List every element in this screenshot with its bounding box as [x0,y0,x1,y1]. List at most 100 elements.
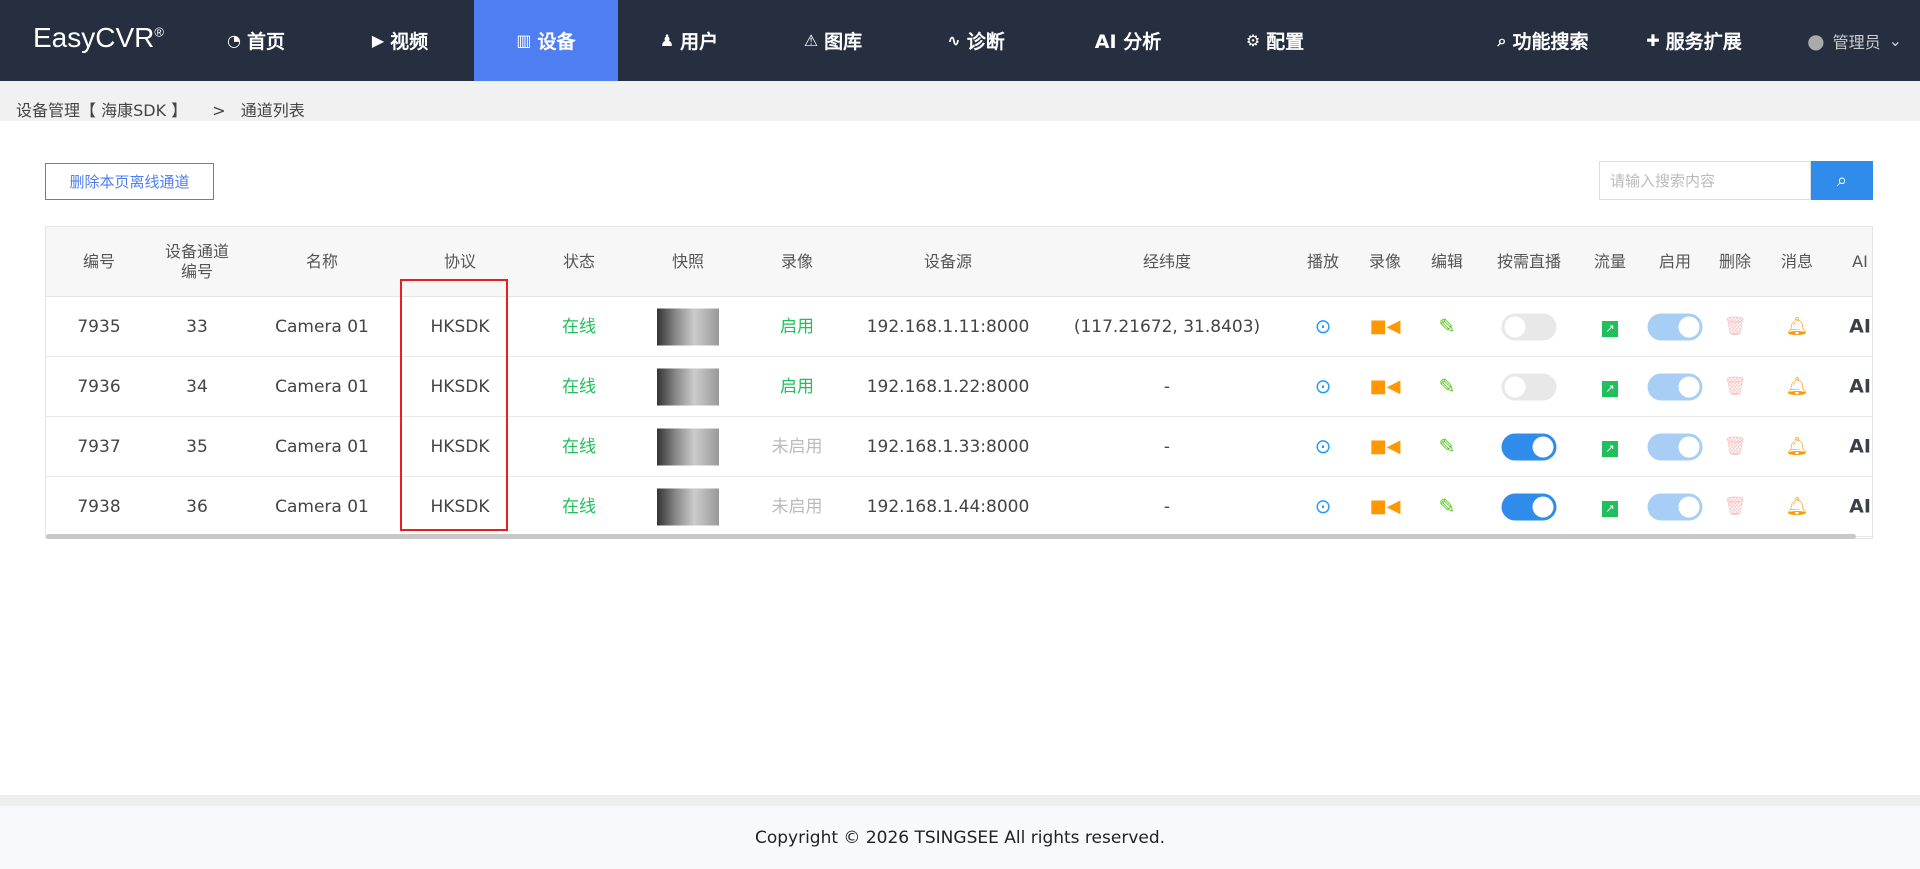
play-icon[interactable]: ⊙ [1315,494,1332,518]
snapshot-thumbnail[interactable] [657,308,719,345]
nav-device[interactable]: ▥ 设备 [474,0,618,81]
play-icon[interactable]: ⊙ [1315,314,1332,338]
on-demand-toggle[interactable] [1501,493,1557,520]
cell-status: 在线 [562,316,596,337]
nav-config[interactable]: ⚙ 配置 [1246,0,1304,81]
on-demand-toggle[interactable] [1501,373,1557,400]
table-header: 编号 设备通道 编号 名称 协议 状态 快照 录像 设备源 经纬度 播放 录像 编辑 按需直播 流量 启用 删… [46,227,1872,297]
nav-extensions[interactable]: ✚ 服务扩展 [1646,0,1741,81]
breadcrumb-parent[interactable]: 设备管理【 海康SDK 】 [16,101,187,120]
nav-label: 首页 [246,31,285,53]
edit-icon[interactable]: ✎ [1439,374,1456,398]
snapshot-thumbnail[interactable] [657,428,719,465]
table-cell: - [1164,437,1170,457]
on-demand-toggle[interactable] [1501,313,1557,340]
cell-record: 启用 [780,376,814,397]
enable-toggle[interactable] [1647,373,1703,400]
table-cell: 未启用 [772,497,823,517]
logo[interactable]: EasyCVR® [33,22,164,54]
traffic-chart-icon[interactable]: ↗ [1602,380,1618,397]
cell-name: Camera 01 [275,376,369,397]
nav-user[interactable]: ♟ 用户 [660,0,718,81]
enable-toggle[interactable] [1647,493,1703,520]
bell-icon[interactable]: 🔔︎ [1786,496,1809,517]
table-cell: 在线 [562,377,596,397]
pulse-icon: ∿ [947,31,961,50]
cell-channel: 35 [186,436,208,457]
table-cell: 🔔︎ [1786,436,1809,457]
play-icon[interactable]: ⊙ [1315,434,1332,458]
edit-icon[interactable]: ✎ [1439,434,1456,458]
nav-diagnose[interactable]: ∿ 诊断 [947,0,1004,81]
table-cell: ⊙ [1315,316,1332,338]
delete-icon[interactable]: 🗑︎ [1724,436,1747,457]
search-input[interactable] [1599,161,1811,200]
user-menu[interactable]: ● 管理员 ⌄ [1807,0,1902,81]
bell-icon[interactable]: 🔔︎ [1786,376,1809,397]
ai-link[interactable]: AI [1849,435,1871,457]
on-demand-toggle[interactable] [1501,433,1557,460]
table-cell: 36 [186,497,208,517]
horizontal-scrollbar[interactable] [46,534,1856,539]
footer: Copyright © 2026 TSINGSEE All rights res… [0,806,1920,869]
record-video-icon[interactable]: ■◀ [1370,436,1401,457]
search-icon: ⌕ [1497,30,1507,50]
table-cell: 🗑︎ [1724,376,1747,397]
nav-home[interactable]: ◔ 首页 [227,0,285,81]
record-video-icon[interactable]: ■◀ [1370,376,1401,397]
table-cell: 在线 [562,317,596,337]
bell-icon[interactable]: 🔔︎ [1786,316,1809,337]
edit-icon[interactable]: ✎ [1439,314,1456,338]
enable-toggle[interactable] [1647,313,1703,340]
bell-icon[interactable]: 🔔︎ [1786,436,1809,457]
table-cell: 33 [186,317,208,337]
ai-link[interactable]: AI [1849,375,1871,397]
ai-link[interactable]: AI [1849,495,1871,517]
column-header: 录像 [780,251,814,271]
gear-icon: ⚙ [1245,31,1261,50]
delete-icon[interactable]: 🗑︎ [1724,316,1747,337]
nav-video[interactable]: ▶ 视频 [372,0,428,81]
table-cell: ↗ [1602,377,1618,397]
user-name: 管理员 [1832,32,1881,52]
record-video-icon[interactable]: ■◀ [1370,496,1401,517]
delete-offline-channels-button[interactable]: 删除本页离线通道 [45,163,214,200]
table-cell: 🔔︎ [1786,376,1809,397]
table-cell: ⊙ [1315,436,1332,458]
snapshot-thumbnail[interactable] [657,368,719,405]
delete-icon[interactable]: 🗑︎ [1724,496,1747,517]
nav-function-search[interactable]: ⌕ 功能搜索 [1498,0,1589,81]
alarm-icon: ⚠ [803,31,819,50]
footer-divider [0,795,1920,806]
table-cell: 🔔︎ [1786,316,1809,337]
nav-label: 诊断 [966,31,1005,53]
traffic-chart-icon[interactable]: ↗ [1602,500,1618,517]
nav-ai[interactable]: AI 分析 [1095,0,1161,81]
table-row: 7936 34 Camera 01 HKSDK 在线 启用 192.168.1.22:800… [46,357,1872,417]
play-icon[interactable]: ⊙ [1315,374,1332,398]
delete-icon[interactable]: 🗑︎ [1724,376,1747,397]
table-cell: 7938 [77,497,120,517]
nav-gallery[interactable]: ⚠ 图库 [804,0,862,81]
traffic-chart-icon[interactable]: ↗ [1602,440,1618,457]
enable-toggle[interactable] [1647,433,1703,460]
nav-label: 视频 [390,31,429,53]
table-cell [1647,373,1703,400]
table-cell: 启用 [780,377,814,397]
table-cell [657,368,719,405]
traffic-chart-icon[interactable]: ↗ [1602,320,1618,337]
device-icon: ▥ [516,31,532,50]
search-button[interactable]: ⌕ [1811,161,1873,200]
edit-icon[interactable]: ✎ [1439,494,1456,518]
table-cell: 34 [186,377,208,397]
cell-source: 192.168.1.44:8000 [866,496,1030,517]
table-cell: Camera 01 [275,317,369,337]
record-video-icon[interactable]: ■◀ [1370,316,1401,337]
table-cell: ↗ [1602,497,1618,517]
cell-record: 未启用 [771,496,823,517]
cell-id: 7935 [77,316,121,337]
column-header: 快照 [671,251,705,271]
snapshot-thumbnail[interactable] [657,488,719,525]
ai-link[interactable]: AI [1849,315,1871,337]
top-nav: EasyCVR® ◔ 首页 ▶ 视频 ▥ 设备 ♟ 用户 ⚠ 图库 ∿ 诊断 AI 分析 ⚙… [0,0,1920,81]
